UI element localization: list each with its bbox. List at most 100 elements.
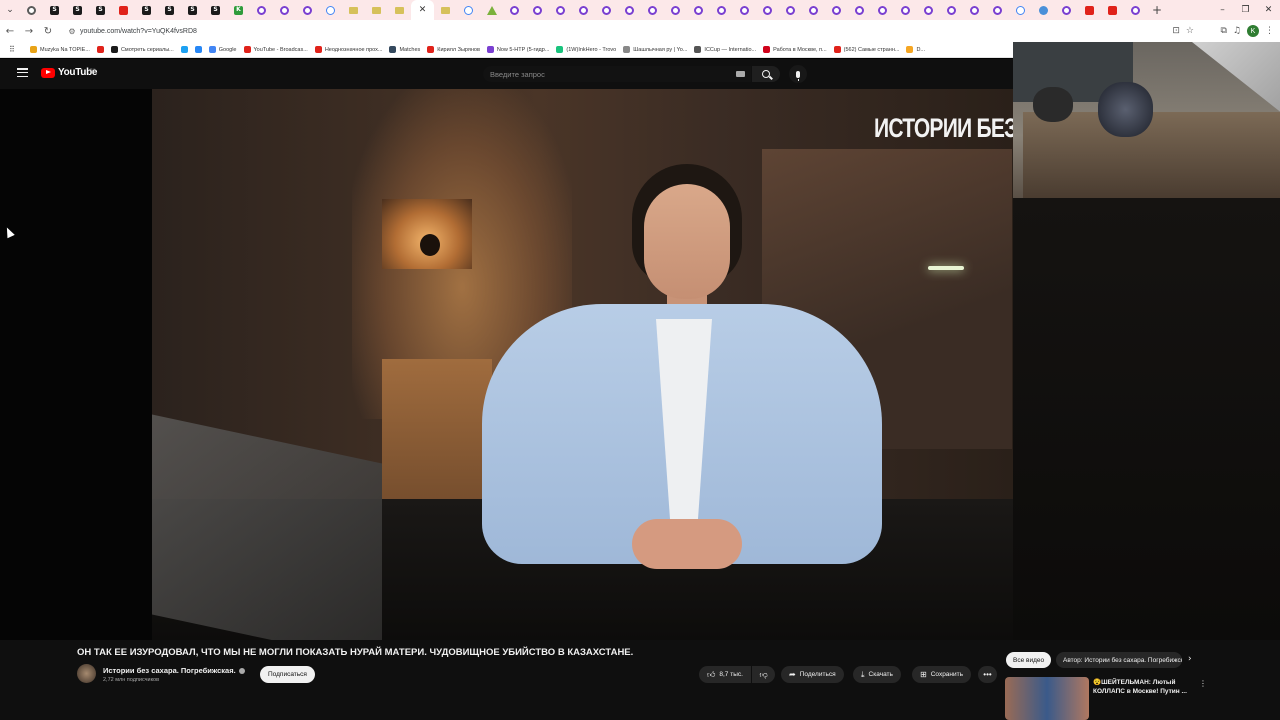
bookmark-item[interactable]: ICCup — Internatio... xyxy=(694,46,756,53)
tab[interactable] xyxy=(825,0,848,20)
tab[interactable] xyxy=(273,0,296,20)
tab[interactable]: S xyxy=(181,0,204,20)
tab[interactable] xyxy=(779,0,802,20)
new-tab-button[interactable]: + xyxy=(1147,0,1167,20)
tab[interactable] xyxy=(687,0,710,20)
tab[interactable] xyxy=(940,0,963,20)
tab[interactable] xyxy=(1124,0,1147,20)
tab[interactable] xyxy=(1009,0,1032,20)
bookmark-item[interactable]: Matches xyxy=(389,46,420,53)
back-button[interactable]: ← xyxy=(1,21,19,41)
tab[interactable] xyxy=(894,0,917,20)
reload-button[interactable]: ↻ xyxy=(39,21,57,41)
tab[interactable] xyxy=(641,0,664,20)
bookmark-item[interactable] xyxy=(194,46,202,53)
tab[interactable] xyxy=(572,0,595,20)
chip-all-videos[interactable]: Все видео xyxy=(1006,652,1052,668)
tab-active[interactable]: ✕ xyxy=(411,0,434,20)
channel-avatar[interactable] xyxy=(77,664,96,683)
bookmark-item[interactable]: Muzyka Na TOPIE... xyxy=(30,46,90,53)
tab[interactable]: S xyxy=(89,0,112,20)
tab[interactable] xyxy=(1055,0,1078,20)
tab-close-icon[interactable]: ✕ xyxy=(419,5,427,15)
tab[interactable] xyxy=(802,0,825,20)
tab[interactable] xyxy=(595,0,618,20)
forward-button[interactable]: → xyxy=(20,21,38,41)
tab[interactable] xyxy=(526,0,549,20)
menu-icon[interactable] xyxy=(17,68,28,77)
bookmark-item[interactable]: Работа в Москве, п... xyxy=(763,46,827,53)
tab[interactable] xyxy=(733,0,756,20)
tab[interactable] xyxy=(871,0,894,20)
bookmark-item[interactable]: (1W)InkHero - Trovo xyxy=(556,46,616,53)
save-button[interactable]: ⊞ Сохранить xyxy=(912,666,972,683)
tab[interactable] xyxy=(848,0,871,20)
bookmark-item[interactable]: Неоднозначное прох... xyxy=(314,46,382,53)
tab[interactable] xyxy=(756,0,779,20)
tab[interactable]: S xyxy=(135,0,158,20)
recommendation-title[interactable]: 😵ШЕЙТЕЛЬМАН: Лютый КОЛЛАПС в Москве! Пут… xyxy=(1093,678,1193,696)
download-button[interactable]: ⤓ Скачать xyxy=(853,666,901,683)
tab[interactable] xyxy=(388,0,411,20)
profile-avatar[interactable]: K xyxy=(1247,25,1259,37)
address-bar[interactable]: ⚙ youtube.com/watch?v=YuQK4fvsRD8 ⊡ ☆ xyxy=(64,22,1198,40)
bookmark-item[interactable]: Смотреть сериалы... xyxy=(110,46,174,53)
tab[interactable]: S xyxy=(43,0,66,20)
dislike-button[interactable]: 👎︎ xyxy=(752,666,775,683)
bookmark-item[interactable]: D... xyxy=(906,46,925,53)
subscribe-button[interactable]: Подписаться xyxy=(260,666,315,683)
video-player[interactable]: ИСТОРИИ БЕЗ xyxy=(0,89,1013,640)
tab[interactable]: S xyxy=(158,0,181,20)
tab[interactable] xyxy=(434,0,457,20)
share-button[interactable]: ➦ Поделиться xyxy=(781,666,844,683)
tab[interactable] xyxy=(250,0,273,20)
recommendation-thumbnail[interactable] xyxy=(1005,677,1089,720)
voice-search-button[interactable] xyxy=(789,65,807,83)
bookmark-star-icon[interactable]: ☆ xyxy=(1186,26,1194,36)
youtube-logo[interactable]: YouTube xyxy=(41,67,98,78)
close-window-button[interactable]: ✕ xyxy=(1257,0,1280,20)
tab[interactable] xyxy=(20,0,43,20)
bookmark-item[interactable]: (562) Самые странн... xyxy=(833,46,899,53)
tab-search-chevron-icon[interactable]: ⌄ xyxy=(0,0,20,20)
tab[interactable] xyxy=(342,0,365,20)
tab[interactable] xyxy=(986,0,1009,20)
channel-name[interactable]: Истории без сахара. Погребижская. xyxy=(103,666,245,675)
tab[interactable] xyxy=(503,0,526,20)
tab[interactable] xyxy=(664,0,687,20)
bookmark-item[interactable]: Кирилл Зырянов xyxy=(427,46,480,53)
tab[interactable]: K xyxy=(227,0,250,20)
tab[interactable] xyxy=(296,0,319,20)
bookmark-item[interactable]: Now 5-HTP (5-гидр... xyxy=(486,46,549,53)
install-app-icon[interactable]: ⊡ xyxy=(1172,26,1180,36)
browser-menu-icon[interactable]: ⋮ xyxy=(1265,26,1274,36)
tab[interactable] xyxy=(1078,0,1101,20)
tab[interactable]: S xyxy=(204,0,227,20)
bookmark-item[interactable] xyxy=(96,46,104,53)
tab[interactable] xyxy=(710,0,733,20)
tab[interactable]: S xyxy=(66,0,89,20)
tab[interactable] xyxy=(1032,0,1055,20)
tab[interactable] xyxy=(112,0,135,20)
tab[interactable] xyxy=(319,0,342,20)
bookmark-item[interactable]: YouTube - Broadcas... xyxy=(243,46,308,53)
tab[interactable] xyxy=(1101,0,1124,20)
tab[interactable] xyxy=(365,0,388,20)
apps-grid-icon[interactable]: ⠿ xyxy=(9,45,23,54)
tab[interactable] xyxy=(457,0,480,20)
search-input[interactable]: Введите запрос xyxy=(483,66,751,82)
extensions-icon[interactable]: ⧉ xyxy=(1220,26,1226,36)
tab[interactable] xyxy=(917,0,940,20)
bookmark-item[interactable] xyxy=(180,46,188,53)
tab[interactable] xyxy=(618,0,641,20)
media-controls-icon[interactable]: ♫ xyxy=(1233,26,1241,36)
chip-author[interactable]: Автор: Истории без сахара. Погребижская. xyxy=(1056,652,1182,668)
recommendation-menu-icon[interactable]: ⋮ xyxy=(1199,679,1207,688)
restore-button[interactable]: ❐ xyxy=(1234,0,1257,20)
tab[interactable] xyxy=(963,0,986,20)
chevron-right-icon[interactable]: › xyxy=(1188,654,1192,664)
bookmark-item[interactable]: Шашлычная ру | Yo... xyxy=(623,46,687,53)
bookmark-item[interactable]: Google xyxy=(208,46,237,53)
like-button[interactable]: 👍︎ 8,7 тыс. xyxy=(699,666,751,683)
keyboard-icon[interactable] xyxy=(736,71,745,77)
